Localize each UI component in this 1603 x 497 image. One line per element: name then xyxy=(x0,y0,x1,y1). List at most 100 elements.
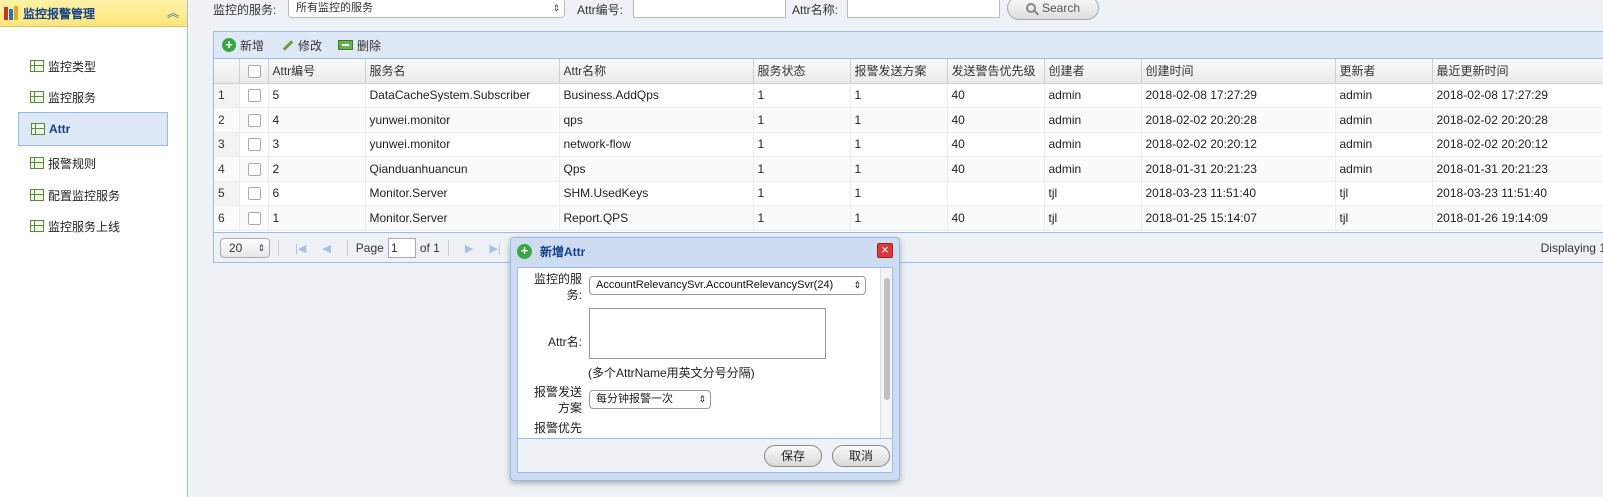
sidebar-header[interactable]: 监控报警管理 ︽ xyxy=(0,0,187,27)
dialog-header[interactable]: + 新增Attr xyxy=(511,238,899,264)
table-row[interactable]: 2 4 yunwei.monitor qps 1 1 40 admin 2018-02-02 2… xyxy=(214,107,1603,133)
next-page-icon[interactable]: ▶ xyxy=(465,242,473,255)
table-cell-status: 1 xyxy=(753,156,851,182)
row-checkbox-cell[interactable] xyxy=(239,181,269,206)
select-all-header[interactable] xyxy=(239,59,269,84)
row-checkbox-cell[interactable] xyxy=(239,107,269,133)
sidebar-item-label: 监控服务 xyxy=(48,90,97,105)
add-attr-dialog: + 新增Attr × 监控的服务: AccountRelevancySvr.Ac… xyxy=(510,237,900,481)
select-arrows-icon: ⇕ xyxy=(853,280,861,290)
search-button[interactable]: Search xyxy=(1007,0,1099,20)
sidebar-item-alarm-rules[interactable]: 报警规则 xyxy=(18,149,168,177)
table-icon xyxy=(30,220,44,232)
table-row[interactable]: 1 5 DataCacheSystem.Subscriber Business.Add… xyxy=(214,83,1603,108)
dialog-attr-label: Attr名: xyxy=(547,335,582,349)
prev-page-icon[interactable]: ◀ xyxy=(322,242,330,255)
table-cell-id: 3 xyxy=(268,132,366,157)
table-row[interactable]: 5 6 Monitor.Server SHM.UsedKeys 1 1 tjl 2018-03… xyxy=(214,181,1603,206)
table-cell-id: 6 xyxy=(268,181,366,206)
search-icon xyxy=(1025,3,1036,13)
table-icon xyxy=(30,189,44,201)
collapse-icon[interactable]: ︽ xyxy=(165,5,181,21)
row-checkbox[interactable] xyxy=(247,113,261,127)
table-row[interactable]: 4 2 Qianduanhuancun Qps 1 1 40 admin 2018-01-31 … xyxy=(214,156,1603,182)
table-cell-creator: admin xyxy=(1044,156,1142,182)
table-cell-created: 2018-02-02 20:20:12 xyxy=(1141,132,1336,157)
row-checkbox[interactable] xyxy=(247,89,261,103)
row-checkbox[interactable] xyxy=(247,162,261,176)
edit-button[interactable]: 修改 xyxy=(280,37,322,54)
close-icon[interactable]: × xyxy=(877,243,893,258)
select-all-checkbox[interactable] xyxy=(247,64,261,78)
column-header[interactable]: 报警发送方案 xyxy=(850,59,948,84)
attr-name-textarea[interactable] xyxy=(589,308,826,359)
cancel-button[interactable]: 取消 xyxy=(832,445,890,467)
sidebar-item-attr[interactable]: Attr xyxy=(18,112,168,146)
page-count-label: of 1 xyxy=(419,241,440,255)
table-cell-attr: Report.QPS xyxy=(559,205,754,231)
table-cell-creator: admin xyxy=(1044,107,1142,133)
row-checkbox[interactable] xyxy=(247,187,261,201)
add-button[interactable]: + 新增 xyxy=(222,37,264,54)
table-cell-priority xyxy=(947,181,1045,206)
dialog-priority-label: 报警优先级 xyxy=(534,421,583,438)
table-cell-service: yunwei.monitor xyxy=(365,132,560,157)
row-number: 6 xyxy=(214,205,240,231)
row-checkbox[interactable] xyxy=(247,138,261,152)
column-header[interactable]: 发送警告优先级 xyxy=(947,59,1045,84)
page-number-input[interactable]: 1 xyxy=(387,238,416,258)
row-number: 2 xyxy=(214,107,240,133)
row-checkbox-cell[interactable] xyxy=(239,205,269,231)
table-cell-priority: 40 xyxy=(947,83,1045,108)
column-header[interactable]: 最近更新时间 xyxy=(1432,59,1603,84)
table-cell-id: 5 xyxy=(268,83,366,108)
dialog-body: 监控的服务: AccountRelevancySvr.AccountReleva… xyxy=(517,267,893,439)
column-header[interactable]: 更新者 xyxy=(1335,59,1433,84)
row-checkbox-cell[interactable] xyxy=(239,132,269,157)
table-icon xyxy=(30,60,44,72)
service-filter-label: 监控的服务: xyxy=(213,3,277,17)
attr-id-input[interactable] xyxy=(633,0,786,18)
table-row[interactable]: 3 3 yunwei.monitor network-flow 1 1 40 admin 201… xyxy=(214,132,1603,157)
column-header[interactable]: 服务名 xyxy=(365,59,560,84)
sidebar-item-config-service[interactable]: 配置监控服务 xyxy=(18,181,168,209)
sidebar-item-monitor-type[interactable]: 监控类型 xyxy=(18,52,168,80)
row-checkbox-cell[interactable] xyxy=(239,83,269,108)
scrollbar-thumb[interactable] xyxy=(884,278,890,400)
dialog-plan-select[interactable]: 每分钟报警一次 ⇕ xyxy=(589,390,711,409)
dialog-service-select[interactable]: AccountRelevancySvr.AccountRelevancySvr(… xyxy=(589,276,866,295)
table-cell-plan: 1 xyxy=(850,132,948,157)
page-size-select[interactable]: 20 ⇕ xyxy=(220,238,270,258)
column-header[interactable]: 创建者 xyxy=(1044,59,1142,84)
first-page-icon[interactable]: |◀ xyxy=(295,242,306,255)
filter-bar: 监控的服务: 所有监控的服务 ⇕ Attr编号: Attr名称: Search xyxy=(189,0,1603,22)
service-filter-select[interactable]: 所有监控的服务 ⇕ xyxy=(288,0,565,18)
sidebar-title: 监控报警管理 xyxy=(23,6,96,21)
last-page-icon[interactable]: ▶| xyxy=(489,242,500,255)
dialog-title: 新增Attr xyxy=(540,244,586,259)
row-checkbox-cell[interactable] xyxy=(239,156,269,182)
table-cell-id: 2 xyxy=(268,156,366,182)
table-row[interactable]: 6 1 Monitor.Server Report.QPS 1 1 40 tjl 2018-01… xyxy=(214,205,1603,231)
attr-name-input[interactable] xyxy=(847,0,1000,18)
row-number: 4 xyxy=(214,156,240,182)
pencil-icon xyxy=(280,38,294,52)
table-cell-created: 2018-01-25 15:14:07 xyxy=(1141,205,1336,231)
dialog-scrollbar[interactable] xyxy=(880,268,892,438)
save-button[interactable]: 保存 xyxy=(764,445,822,467)
sidebar-item-monitor-service[interactable]: 监控服务 xyxy=(18,83,168,111)
attr-id-label: Attr编号: xyxy=(577,3,624,17)
sidebar-item-service-online[interactable]: 监控服务上线 xyxy=(18,212,168,240)
column-header[interactable]: Attr名称 xyxy=(559,59,754,84)
column-header[interactable]: Attr编号 xyxy=(268,59,366,84)
delete-button[interactable]: 删除 xyxy=(338,37,381,54)
table-cell-priority: 40 xyxy=(947,205,1045,231)
column-header[interactable]: 服务状态 xyxy=(753,59,851,84)
table-cell-updater: tjl xyxy=(1335,205,1433,231)
column-header[interactable]: 创建时间 xyxy=(1141,59,1336,84)
page-label: Page xyxy=(355,241,384,255)
row-checkbox[interactable] xyxy=(247,211,261,225)
displaying-info: Displaying 1 xyxy=(1540,241,1603,255)
sidebar-item-label: 监控类型 xyxy=(48,59,97,74)
table-cell-updated: 2018-02-02 20:20:28 xyxy=(1432,107,1603,133)
